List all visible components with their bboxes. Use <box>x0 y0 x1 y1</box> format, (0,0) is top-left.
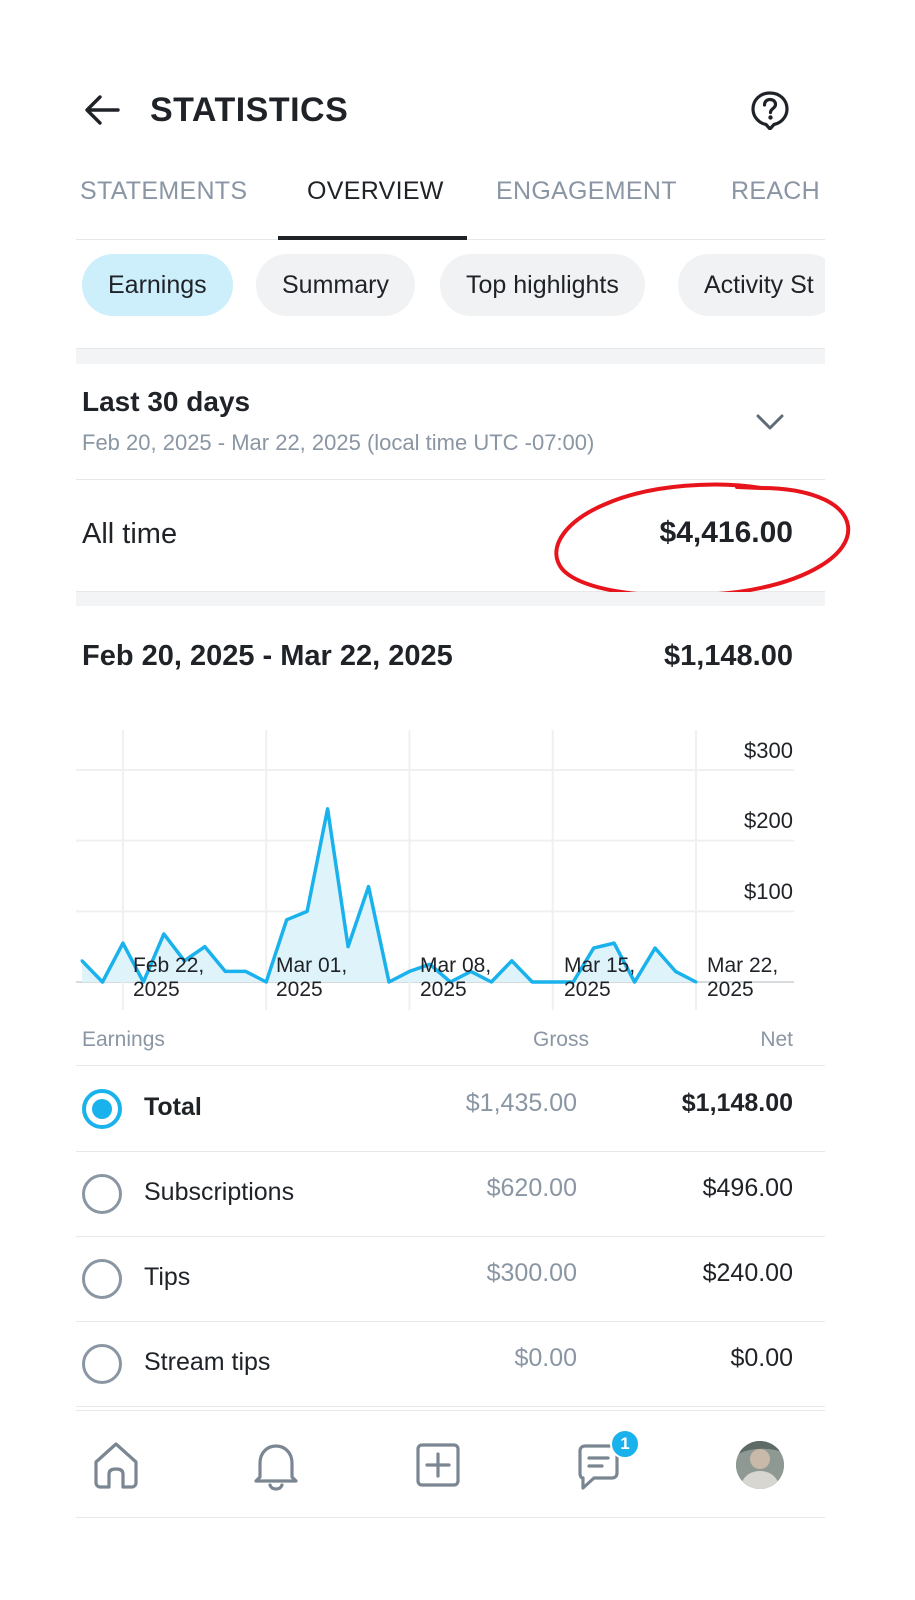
chip-earnings[interactable]: Earnings <box>82 254 233 316</box>
radio-unselected[interactable] <box>82 1259 122 1299</box>
chevron-down-icon[interactable] <box>754 410 786 434</box>
data-point <box>326 807 330 811</box>
chip-top-highlights[interactable]: Top highlights <box>440 254 645 316</box>
tab-overview[interactable]: OVERVIEW <box>307 176 444 206</box>
row-label: Stream tips <box>144 1348 271 1376</box>
data-point <box>162 932 166 936</box>
data-point <box>653 946 657 950</box>
earnings-row-subscriptions[interactable]: Subscriptions $620.00 $496.00 <box>76 1152 825 1237</box>
data-point <box>285 918 289 922</box>
row-net: $0.00 <box>730 1344 793 1372</box>
all-time-row: All time $4,416.00 <box>76 480 851 598</box>
column-header-gross: Gross <box>532 1028 589 1051</box>
filter-chips: Earnings Summary Top highlights Activity… <box>76 254 825 318</box>
radio-selected[interactable] <box>82 1089 122 1129</box>
avatar[interactable] <box>736 1441 784 1489</box>
data-point <box>223 969 227 973</box>
range-summary: Feb 20, 2025 - Mar 22, 2025 $1,148.00 <box>76 640 825 680</box>
row-label: Total <box>144 1093 202 1121</box>
active-tab-indicator <box>278 236 467 240</box>
data-point <box>612 941 616 945</box>
data-point <box>346 945 350 949</box>
data-point <box>80 959 84 963</box>
row-net: $496.00 <box>702 1174 793 1202</box>
data-point <box>121 941 125 945</box>
y-tick-label: $100 <box>744 879 793 904</box>
data-point <box>592 946 596 950</box>
tab-reach[interactable]: REACH <box>731 176 820 206</box>
app-frame: STATISTICS STATEMENTS OVERVIEW ENGAGEMEN… <box>76 40 851 1520</box>
range-label: Feb 20, 2025 - Mar 22, 2025 <box>82 640 453 672</box>
data-point <box>694 980 698 984</box>
earnings-row-stream-tips[interactable]: Stream tips $0.00 $0.00 <box>76 1322 825 1407</box>
row-label: Subscriptions <box>144 1178 295 1206</box>
data-point <box>674 969 678 973</box>
page-title: STATISTICS <box>150 91 349 129</box>
earnings-chart: $300 $200 $100 Feb 22, 2025 Mar 01, 2025… <box>76 730 825 1010</box>
data-point <box>244 969 248 973</box>
row-net: $1,148.00 <box>681 1089 793 1117</box>
column-header-earnings: Earnings <box>82 1028 165 1051</box>
all-time-label: All time <box>82 518 178 550</box>
x-tick-label: Mar 15, 2025 <box>564 954 636 1001</box>
home-icon[interactable] <box>88 1437 144 1493</box>
x-tick-label: Mar 08, 2025 <box>420 954 492 1001</box>
y-tick-label: $200 <box>744 808 793 833</box>
period-selector[interactable]: Last 30 days Feb 20, 2025 - Mar 22, 2025… <box>76 364 825 480</box>
earnings-row-tips[interactable]: Tips $300.00 $240.00 <box>76 1237 825 1322</box>
data-point <box>510 959 514 963</box>
row-gross: $1,435.00 <box>465 1089 577 1117</box>
radio-unselected[interactable] <box>82 1344 122 1384</box>
radio-unselected[interactable] <box>82 1174 122 1214</box>
earnings-table-header: Earnings Gross Net <box>76 1024 825 1066</box>
section-divider <box>76 348 825 364</box>
y-tick-label: $300 <box>744 738 793 763</box>
data-point <box>264 980 268 984</box>
data-point <box>530 980 534 984</box>
data-point <box>305 909 309 913</box>
data-point <box>387 980 391 984</box>
row-gross: $300.00 <box>486 1259 577 1287</box>
tab-bar: STATEMENTS OVERVIEW ENGAGEMENT REACH <box>76 170 825 240</box>
avatar-image <box>736 1441 784 1489</box>
chip-activity-streak[interactable]: Activity St <box>678 254 825 316</box>
row-net: $240.00 <box>702 1259 793 1287</box>
period-title: Last 30 days <box>82 386 251 417</box>
tab-statements[interactable]: STATEMENTS <box>80 176 247 206</box>
period-date-range: Feb 20, 2025 - Mar 22, 2025 (local time … <box>82 430 595 455</box>
x-tick-label: Mar 22, 2025 <box>707 954 779 1001</box>
help-icon[interactable] <box>750 90 790 130</box>
range-total: $1,148.00 <box>663 640 793 672</box>
x-tick-label: Mar 01, 2025 <box>276 954 348 1001</box>
x-tick-label: Feb 22, 2025 <box>133 954 205 1001</box>
data-point <box>367 885 371 889</box>
messages-badge: 1 <box>610 1429 640 1459</box>
chip-summary[interactable]: Summary <box>256 254 415 316</box>
red-circle-annotation <box>554 482 851 598</box>
row-label: Tips <box>144 1263 191 1291</box>
bottom-navigation: 1 <box>76 1410 825 1518</box>
tab-engagement[interactable]: ENGAGEMENT <box>496 176 677 206</box>
row-gross: $0.00 <box>514 1344 577 1372</box>
section-divider <box>76 592 825 606</box>
plus-square-icon[interactable] <box>410 1437 466 1493</box>
bell-icon[interactable] <box>248 1437 304 1493</box>
data-point <box>407 969 411 973</box>
data-point <box>100 980 104 984</box>
top-bar: STATISTICS <box>76 90 825 130</box>
data-point <box>203 945 207 949</box>
data-point <box>551 980 555 984</box>
column-header-net: Net <box>760 1028 793 1051</box>
back-arrow-icon[interactable] <box>82 92 122 128</box>
earnings-row-total[interactable]: Total $1,435.00 $1,148.00 <box>76 1067 825 1152</box>
row-gross: $620.00 <box>486 1174 577 1202</box>
